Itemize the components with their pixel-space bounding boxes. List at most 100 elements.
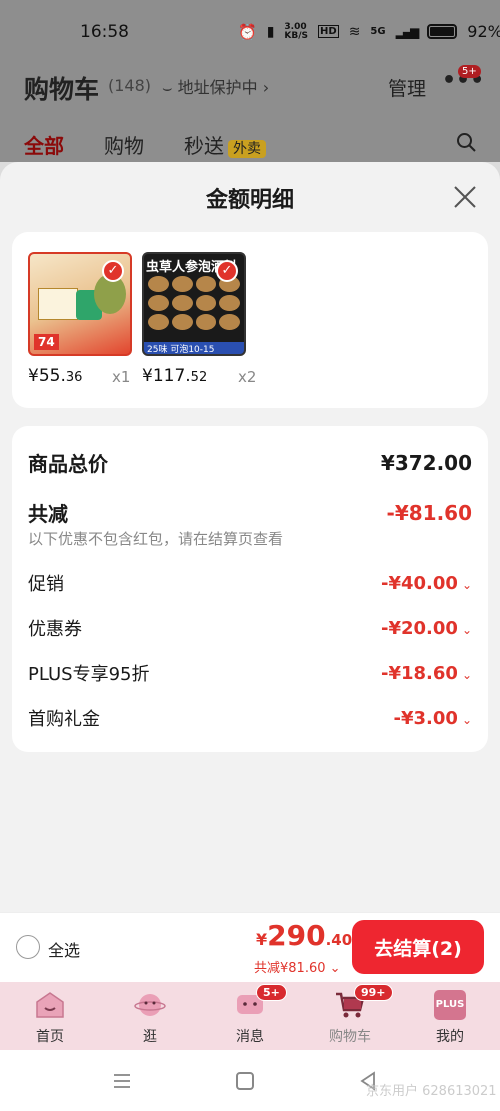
product-card-graphic [38, 288, 78, 320]
tab-messages[interactable]: 5+ 消息 [200, 982, 300, 1050]
price-int: 290 [267, 919, 326, 952]
chevron-down-icon: ⌄ [461, 622, 472, 637]
product-item[interactable]: 虫草人参泡酒料 25味 可泡10-15 ✓ ¥117.52 x2 [142, 252, 256, 386]
tab-label: 我的 [436, 1029, 464, 1045]
discount-value-wrap: -¥20.00 ⌄ [381, 618, 472, 639]
manage-button[interactable]: 管理 [388, 74, 426, 101]
tab-all[interactable]: 全部 [24, 130, 64, 159]
vibrate-icon: ▮ [266, 23, 275, 40]
products-card: 74 ✓ ¥55.36 x1 虫草人参泡酒料 25味 可泡10-15 ✓ ¥11… [12, 232, 488, 408]
planet-icon [134, 994, 166, 1016]
discount-row-coupon[interactable]: 优惠券 -¥20.00 ⌄ [28, 615, 472, 641]
checkout-bar: 全选 ¥290.40 共减¥81.60 ⌄ 去结算(2) [0, 912, 500, 982]
total-row: 商品总价 ¥372.00 [28, 448, 472, 477]
sheet-title: 金额明细 [205, 188, 294, 213]
total-reduce-toggle[interactable]: 共减¥81.60 ⌄ [254, 957, 341, 976]
menu-icon[interactable] [112, 1072, 132, 1090]
total-label: 商品总价 [28, 452, 108, 476]
discount-value-wrap: -¥18.60 ⌄ [381, 663, 472, 684]
thumb-footer: 25味 可泡10-15 [144, 342, 244, 354]
reduce-value: -¥81.60 [386, 500, 472, 525]
status-time: 16:58 [80, 22, 129, 42]
search-icon[interactable] [456, 132, 476, 152]
total-value: ¥372.00 [380, 450, 472, 475]
check-icon: ✓ [102, 260, 124, 282]
cart-tabs: 全部 购物 秒送 外卖 [24, 130, 266, 159]
tab-label: 消息 [236, 1029, 264, 1045]
signal-icon: 5G [370, 26, 386, 37]
net-speed: 3.00 KB/S [284, 21, 309, 41]
reduce-label: 共减 [28, 502, 68, 526]
product-item[interactable]: 74 ✓ ¥55.36 x1 [28, 252, 132, 386]
cart-count: (148) [108, 76, 152, 95]
price-dec: .40 [325, 931, 353, 949]
watermark: 京东用户 628613021 [366, 1084, 497, 1099]
checkout-button[interactable]: 去结算(2) [352, 920, 484, 974]
signal-bars-icon: ▂▄▆ [395, 24, 420, 39]
reduce-row: 共减 -¥81.60 [28, 498, 472, 527]
discount-row-plus[interactable]: PLUS专享95折 -¥18.60 ⌄ [28, 660, 472, 686]
wifi-icon: ≋ [348, 23, 361, 40]
thumb-price-tag: 74 [34, 334, 59, 350]
chevron-down-icon: ⌄ [461, 712, 472, 727]
discount-value: -¥20.00 [381, 617, 458, 639]
price-int: ¥117. [142, 366, 191, 386]
check-icon: ✓ [216, 260, 238, 282]
system-nav-bar: 京东用户 628613021 [0, 1050, 500, 1111]
bottom-tabbar: 首页 逛 5+ 消息 99+ 购物车 PLUS 我的 [0, 982, 500, 1050]
tab-instant[interactable]: 秒送 外卖 [184, 130, 266, 159]
product-qty: x1 [112, 368, 131, 386]
tab-label: 逛 [143, 1029, 157, 1045]
product-price: ¥55.36 [28, 366, 82, 386]
alarm-icon: ⏰ [238, 22, 257, 41]
battery-percent: 92% [467, 22, 500, 41]
price-dec: 36 [65, 370, 83, 385]
product-thumbnail: 74 ✓ [28, 252, 132, 356]
discount-label: PLUS专享95折 [28, 664, 150, 685]
product-thumbnail: 虫草人参泡酒料 25味 可泡10-15 ✓ [142, 252, 246, 356]
messages-badge: 5+ [256, 984, 287, 1001]
tab-label: 首页 [36, 1029, 64, 1045]
discount-row-promo[interactable]: 促销 -¥40.00 ⌄ [28, 570, 472, 596]
home-square-icon[interactable] [236, 1072, 254, 1090]
cart-badge: 99+ [354, 984, 393, 1001]
tab-shopping[interactable]: 购物 [104, 130, 144, 159]
status-icons: ⏰ ▮ 3.00 KB/S HD ≋ 5G ▂▄▆ 92% [238, 22, 500, 41]
close-icon[interactable] [452, 184, 478, 210]
discount-label: 优惠券 [28, 619, 82, 640]
select-all-label[interactable]: 全选 [48, 937, 80, 961]
product-qty: x2 [238, 368, 257, 386]
discount-label: 首购礼金 [28, 709, 100, 730]
takeout-badge: 外卖 [228, 140, 266, 158]
chevron-down-icon: ⌄ [461, 577, 472, 592]
tab-explore[interactable]: 逛 [100, 982, 200, 1050]
price-yen: ¥ [256, 930, 268, 949]
cart-header: 购物车 (148) ⌣ 地址保护中 › 管理 ••• 5+ 全部 购物 秒送 外卖 [0, 64, 500, 162]
address-protect-label: 地址保护中 › [177, 78, 270, 97]
tab-home[interactable]: 首页 [0, 982, 100, 1050]
hd-icon: HD [318, 25, 339, 38]
tab-instant-label: 秒送 [184, 134, 224, 158]
amount-detail-sheet: 金额明细 74 ✓ ¥55.36 x1 虫草人参泡酒料 25味 可泡10-15 … [0, 162, 500, 912]
price-int: ¥55. [28, 366, 66, 386]
herb-grid [148, 276, 240, 330]
tab-mine[interactable]: PLUS 我的 [400, 982, 500, 1050]
discount-value: -¥3.00 [393, 707, 458, 729]
discount-row-first-purchase[interactable]: 首购礼金 -¥3.00 ⌄ [28, 705, 472, 731]
product-price: ¥117.52 [142, 366, 207, 386]
discount-label: 促销 [28, 574, 64, 595]
plus-icon: PLUS [434, 990, 466, 1020]
discount-value: -¥40.00 [381, 572, 458, 594]
discount-value: -¥18.60 [381, 662, 458, 684]
amount-detail-card: 商品总价 ¥372.00 共减 -¥81.60 以下优惠不包含红包，请在结算页查… [12, 426, 488, 752]
tab-label: 购物车 [329, 1029, 371, 1045]
discount-value-wrap: -¥3.00 ⌄ [394, 708, 472, 729]
select-all-checkbox[interactable] [16, 935, 40, 959]
total-price: ¥290.40 [256, 919, 352, 952]
chevron-down-icon: ⌄ [461, 667, 472, 682]
smile-icon: ⌣ [162, 78, 178, 97]
more-badge: 5+ [458, 65, 481, 78]
address-protect-link[interactable]: ⌣ 地址保护中 › [162, 74, 269, 98]
page-title: 购物车 [24, 75, 100, 104]
tab-cart[interactable]: 99+ 购物车 [300, 982, 400, 1050]
